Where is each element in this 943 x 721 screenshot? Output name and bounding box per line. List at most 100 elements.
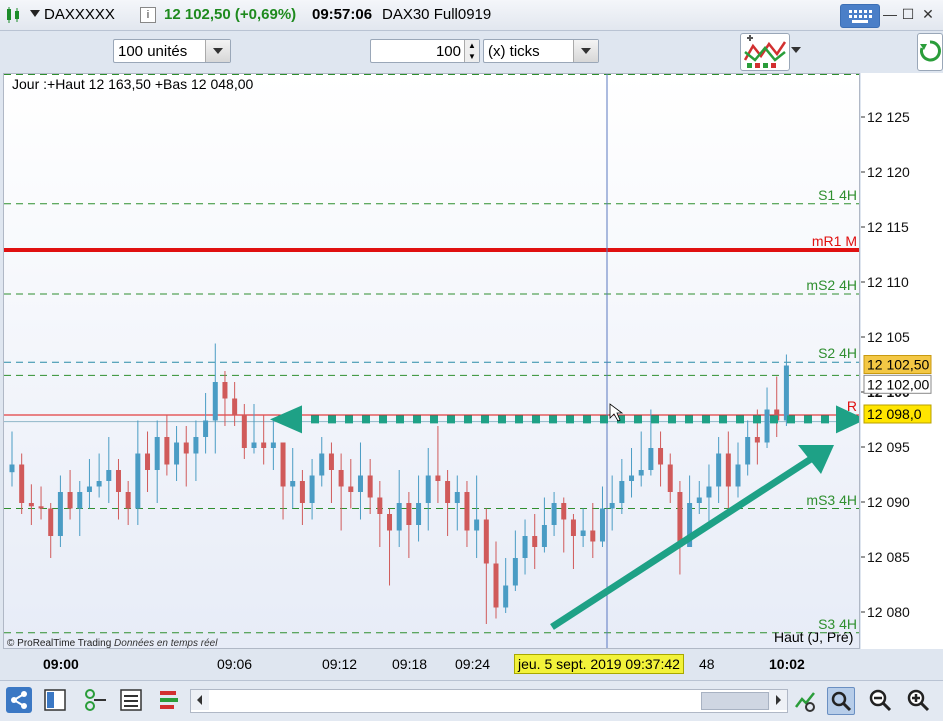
maximize-button[interactable]: ☐	[898, 4, 918, 24]
candle-body	[67, 492, 73, 509]
candle-body	[503, 585, 509, 608]
candle	[774, 376, 780, 437]
candle-body	[222, 382, 228, 399]
symbol-dropdown-icon[interactable]	[30, 10, 40, 17]
candle	[435, 426, 441, 503]
trend-arrow-head	[798, 445, 834, 474]
bid-price-marker: 12 102,00	[867, 376, 929, 392]
candle-body	[609, 503, 615, 509]
units-select[interactable]: 100 unités	[113, 39, 231, 63]
candle	[619, 459, 625, 514]
chevron-down-icon[interactable]	[573, 40, 598, 62]
candle	[299, 470, 305, 525]
candle	[106, 437, 112, 503]
candle-body	[367, 475, 373, 498]
level-price-marker: 12 098,0	[867, 406, 922, 422]
level-label-ms3-4h: mS3 4H	[806, 491, 857, 508]
level-label-ms2-4h: mS2 4H	[806, 277, 857, 293]
candle-body	[183, 442, 189, 454]
scroll-thumb[interactable]	[701, 692, 769, 710]
candle-body	[512, 558, 518, 586]
quantity-stepper[interactable]: 100 ▲ ▼	[370, 39, 480, 63]
scroll-right-icon[interactable]	[769, 690, 787, 710]
price-tick-label: 12 110	[867, 274, 909, 290]
candle	[716, 437, 722, 503]
horizontal-scrollbar[interactable]	[190, 689, 788, 713]
zoom-select-icon[interactable]	[827, 687, 855, 715]
candle	[406, 492, 412, 558]
candle-body	[658, 448, 664, 465]
autoscale-icon[interactable]	[792, 687, 818, 713]
indicator-tool-button[interactable]	[740, 33, 790, 71]
candle	[638, 431, 644, 487]
candle	[445, 470, 451, 536]
candle-body	[164, 437, 170, 465]
order-book-icon[interactable]	[156, 687, 182, 713]
day-range-header: Jour :+Haut 12 163,50 +Bas 12 048,00	[12, 76, 254, 92]
candle-body	[561, 503, 567, 520]
chevron-down-icon[interactable]	[791, 47, 801, 53]
order-toolbar: 100 unités 100 ▲ ▼ (x) ticks	[0, 31, 943, 73]
candle-body	[580, 530, 586, 536]
indicator-chart-icon	[743, 35, 787, 68]
zoom-out-icon[interactable]	[867, 687, 893, 713]
candle-body	[522, 536, 528, 558]
candle	[629, 448, 635, 498]
candle	[280, 442, 286, 520]
candle	[96, 453, 102, 498]
candle	[9, 431, 15, 487]
candle-body	[696, 497, 702, 503]
time-label: 09:12	[322, 656, 358, 672]
price-tick-label: 12 080	[867, 604, 910, 620]
candle	[261, 415, 267, 465]
layout-icon[interactable]	[42, 687, 68, 713]
candle-body	[416, 503, 422, 525]
drawing-tools-icon[interactable]	[82, 687, 108, 713]
ticks-select[interactable]: (x) ticks	[483, 39, 599, 63]
candle	[251, 404, 257, 454]
candle-body	[309, 475, 315, 503]
candle	[48, 503, 54, 558]
time-axis[interactable]: 09:00 09:06 09:12 09:18 09:24 48 10:02 j…	[0, 650, 943, 678]
candle-body	[241, 415, 247, 448]
candle-body	[764, 409, 770, 443]
spin-arrows-icon[interactable]: ▲ ▼	[464, 40, 479, 62]
chart-settings-icon[interactable]	[118, 687, 144, 713]
keyboard-icon[interactable]	[840, 4, 880, 28]
share-icon[interactable]	[6, 687, 32, 713]
close-button[interactable]: ✕	[918, 4, 938, 24]
candle	[483, 508, 489, 624]
candle-body	[212, 382, 218, 421]
candle-body	[396, 503, 402, 531]
candle	[67, 470, 73, 520]
minimize-button[interactable]: —	[880, 4, 900, 24]
level-label-r-label: R	[846, 398, 857, 414]
candle	[396, 470, 402, 547]
time-label: 48	[699, 656, 715, 672]
candle-body	[406, 503, 412, 525]
price-tick-label: 12 085	[867, 549, 910, 565]
candle-body	[319, 453, 325, 476]
chevron-down-icon[interactable]	[205, 40, 230, 62]
candle	[145, 431, 151, 492]
info-icon[interactable]: i	[140, 7, 156, 23]
chart-canvas[interactable]	[4, 74, 860, 649]
scroll-left-icon[interactable]	[191, 690, 209, 710]
symbol-name[interactable]: DAXXXXX	[44, 6, 115, 23]
candle-body	[590, 530, 596, 542]
candle	[164, 415, 170, 476]
candle-body	[19, 464, 25, 503]
price-chart[interactable]: Jour :+Haut 12 163,50 +Bas 12 048,00 S1 …	[3, 73, 860, 649]
refresh-button[interactable]	[917, 33, 943, 71]
candle-body	[638, 470, 644, 476]
candle-body	[328, 453, 334, 470]
candle-body	[745, 437, 751, 465]
cursor-time-tooltip: jeu. 5 sept. 2019 09:37:42	[514, 654, 684, 674]
candle	[193, 420, 199, 481]
price-axis[interactable]: 12 12512 12012 11512 11012 10512 10012 0…	[861, 73, 943, 649]
candle-body	[706, 486, 712, 498]
candle-body	[599, 508, 605, 542]
zoom-in-icon[interactable]	[905, 687, 931, 713]
copyright-text: © ProRealTime Trading	[7, 638, 112, 649]
candle	[241, 404, 247, 459]
